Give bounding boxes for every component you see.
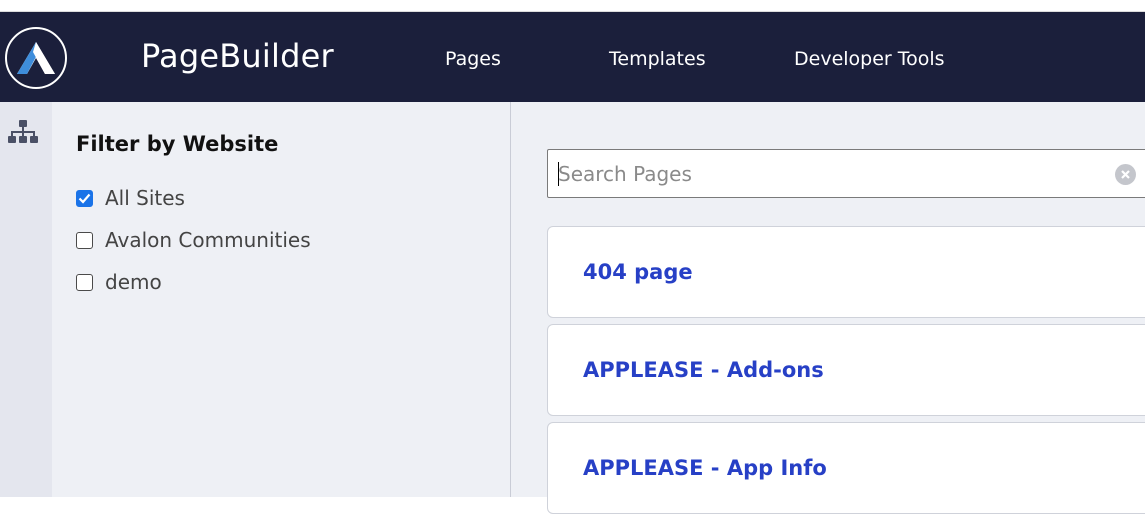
page-card[interactable]: APPLEASE - Add-ons	[547, 324, 1145, 416]
filter-title: Filter by Website	[76, 132, 279, 156]
filter-option-avalon-communities[interactable]: Avalon Communities	[76, 228, 311, 252]
nav-templates-link[interactable]: Templates	[609, 48, 706, 70]
page-card[interactable]: APPLEASE - App Info	[547, 422, 1145, 514]
top-navbar: PageBuilder Pages Templates Developer To…	[0, 12, 1145, 102]
filter-option-demo[interactable]: demo	[76, 270, 162, 294]
left-rail	[0, 102, 52, 497]
sitemap-icon[interactable]	[7, 119, 39, 145]
all-sites-label: All Sites	[105, 186, 185, 210]
filter-sidebar: Filter by Website All Sites Avalon Commu…	[52, 102, 562, 497]
filter-option-all-sites[interactable]: All Sites	[76, 186, 185, 210]
all-sites-checkbox[interactable]	[76, 189, 93, 207]
page-card-title[interactable]: 404 page	[583, 260, 693, 284]
app-logo-icon[interactable]	[5, 27, 67, 89]
page-card-title[interactable]: APPLEASE - Add-ons	[583, 358, 824, 382]
pages-panel: 404 page APPLEASE - Add-ons APPLEASE - A…	[511, 102, 1145, 514]
page-card[interactable]: 404 page	[547, 226, 1145, 318]
page-card-title[interactable]: APPLEASE - App Info	[583, 456, 827, 480]
search-pages-input[interactable]	[558, 160, 1098, 188]
app-title: PageBuilder	[141, 37, 334, 75]
demo-checkbox[interactable]	[76, 273, 93, 291]
browser-top-strip	[0, 0, 1145, 12]
search-box	[547, 149, 1145, 198]
text-caret	[558, 162, 559, 186]
nav-developer-tools-link[interactable]: Developer Tools	[794, 48, 945, 70]
avalon-communities-checkbox[interactable]	[76, 231, 93, 249]
avalon-communities-label: Avalon Communities	[105, 228, 311, 252]
demo-label: demo	[105, 270, 162, 294]
nav-pages-link[interactable]: Pages	[445, 48, 501, 70]
clear-search-icon[interactable]	[1115, 164, 1136, 185]
